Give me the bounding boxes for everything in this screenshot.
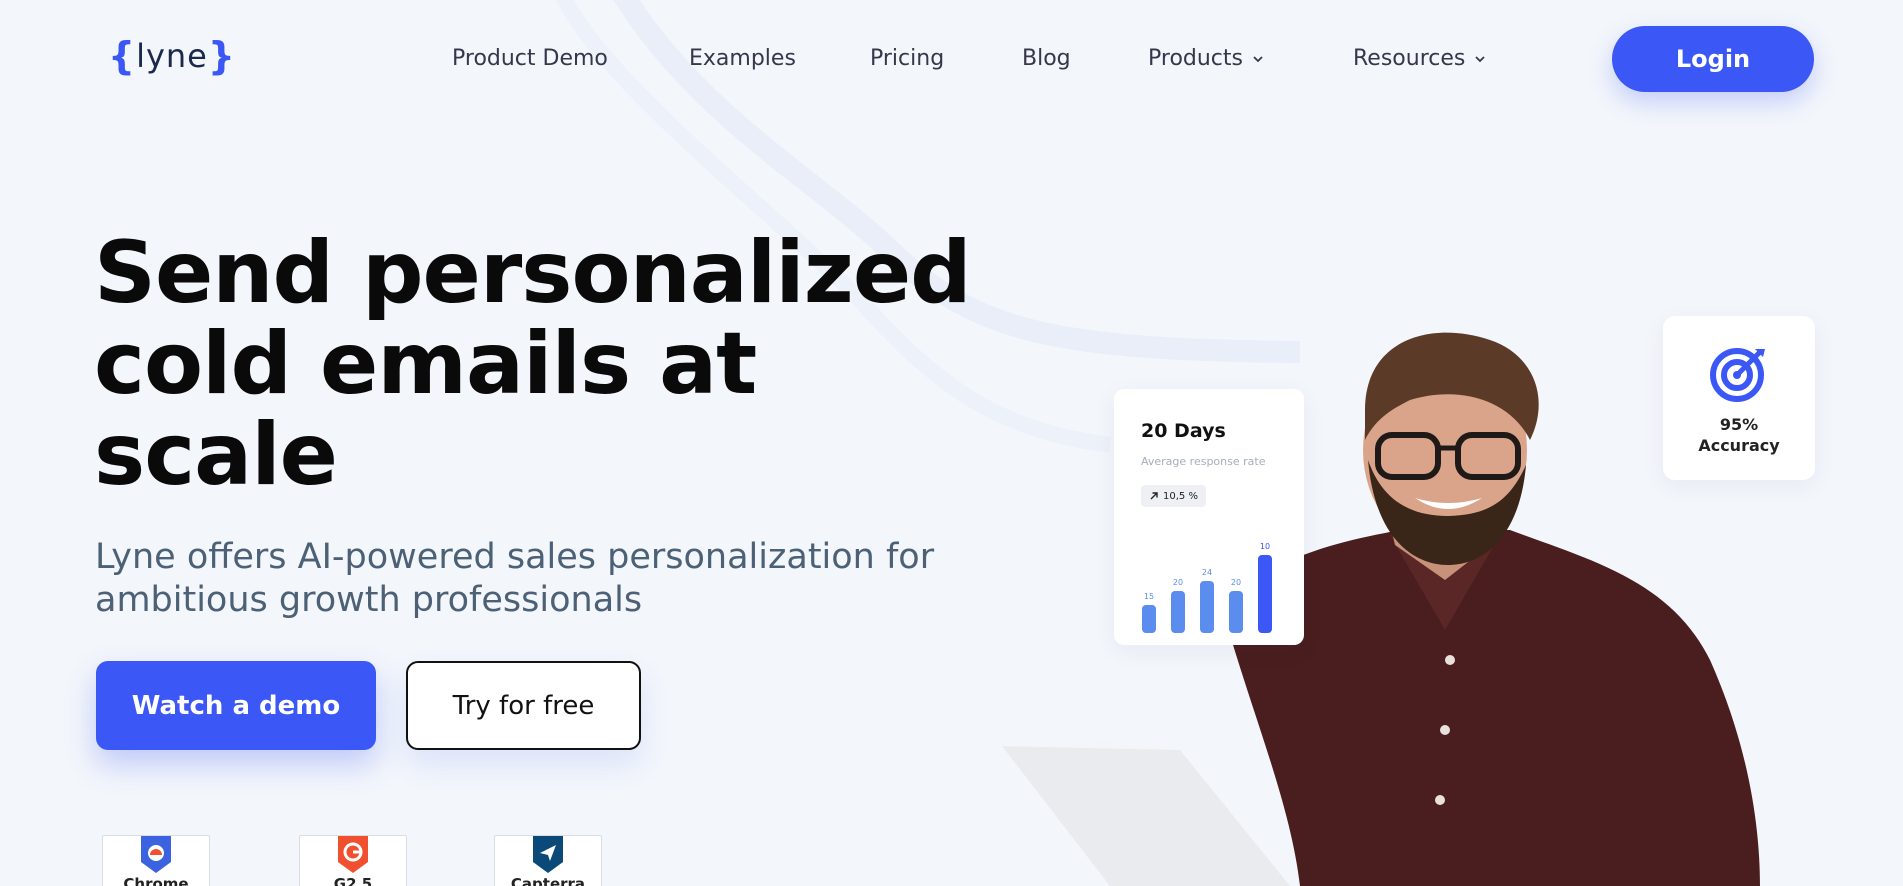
chart-bar: [1258, 555, 1272, 633]
g2-badge[interactable]: G2 5: [299, 835, 407, 886]
chart-value-label: 24: [1202, 568, 1212, 577]
headline-line: Send personalized: [94, 223, 972, 323]
lyne-logo[interactable]: { lyne }: [108, 34, 236, 78]
trend-badge: 10,5 %: [1141, 485, 1206, 507]
badge-label: Capterra: [510, 875, 586, 886]
nav-products[interactable]: Products: [1148, 46, 1263, 71]
target-icon: [1710, 348, 1765, 402]
chart-bar: [1142, 605, 1156, 633]
nav-pricing[interactable]: Pricing: [870, 46, 944, 71]
chart-value-label: 20: [1173, 578, 1183, 587]
nav-label: Product Demo: [452, 46, 608, 71]
nav-resources[interactable]: Resources: [1353, 46, 1485, 71]
nav-label: Examples: [689, 46, 796, 71]
accuracy-value: 95%: [1719, 415, 1759, 434]
accuracy-card: 95% Accuracy: [1663, 316, 1815, 480]
nav-label: Resources: [1353, 46, 1466, 71]
nav-blog[interactable]: Blog: [1022, 46, 1071, 71]
nav-label: Pricing: [870, 46, 945, 71]
nav-label: Blog: [1022, 46, 1071, 71]
headline-line: cold emails at: [94, 314, 757, 414]
trend-value: 10,5 %: [1163, 490, 1198, 502]
chart-bar: [1200, 581, 1214, 633]
headline-line: scale: [94, 405, 338, 505]
chevron-down-icon: [1253, 55, 1263, 62]
badge-label: Chrome: [123, 875, 189, 886]
try-free-button[interactable]: Try for free: [406, 661, 641, 750]
chart-bar: [1229, 591, 1243, 633]
chevron-down-icon: [1475, 55, 1485, 62]
hero-headline: Send personalized cold emails at scale: [94, 228, 994, 501]
badge-label: G2 5: [333, 875, 373, 886]
nav-label: Products: [1148, 46, 1243, 71]
logo-right-brace: }: [207, 34, 236, 78]
chart-value-label: 20: [1231, 578, 1241, 587]
chart-value-label: 10: [1260, 542, 1270, 551]
response-stats-card: 20 Days Average response rate 10,5 % 15 2…: [1114, 389, 1304, 645]
accuracy-label: Accuracy: [1698, 436, 1780, 455]
logo-left-brace: {: [108, 34, 137, 78]
chrome-badge[interactable]: Chrome: [102, 835, 210, 886]
subhead-line: Lyne offers AI-powered sales personaliza…: [95, 537, 935, 577]
chart-value-label: 15: [1144, 592, 1154, 601]
subhead-line: ambitious growth professionals: [95, 580, 643, 620]
arrow-up-right-icon: [1150, 492, 1158, 500]
chart-bar: [1171, 591, 1185, 633]
nav-examples[interactable]: Examples: [689, 46, 796, 71]
nav-product-demo[interactable]: Product Demo: [452, 46, 608, 71]
stats-title: 20 Days: [1141, 420, 1226, 442]
stats-subtitle: Average response rate: [1141, 455, 1266, 468]
watch-demo-button[interactable]: Watch a demo: [96, 661, 376, 750]
response-bar-chart: 15 20 24 20 10: [1142, 542, 1272, 633]
hero-subhead: Lyne offers AI-powered sales personaliza…: [95, 536, 955, 622]
capterra-badge-icon: [533, 836, 563, 873]
chrome-badge-icon: [141, 836, 171, 873]
g2-badge-icon: [338, 836, 368, 873]
capterra-badge[interactable]: Capterra: [494, 835, 602, 886]
logo-text: lyne: [136, 37, 208, 75]
login-button[interactable]: Login: [1612, 26, 1814, 92]
